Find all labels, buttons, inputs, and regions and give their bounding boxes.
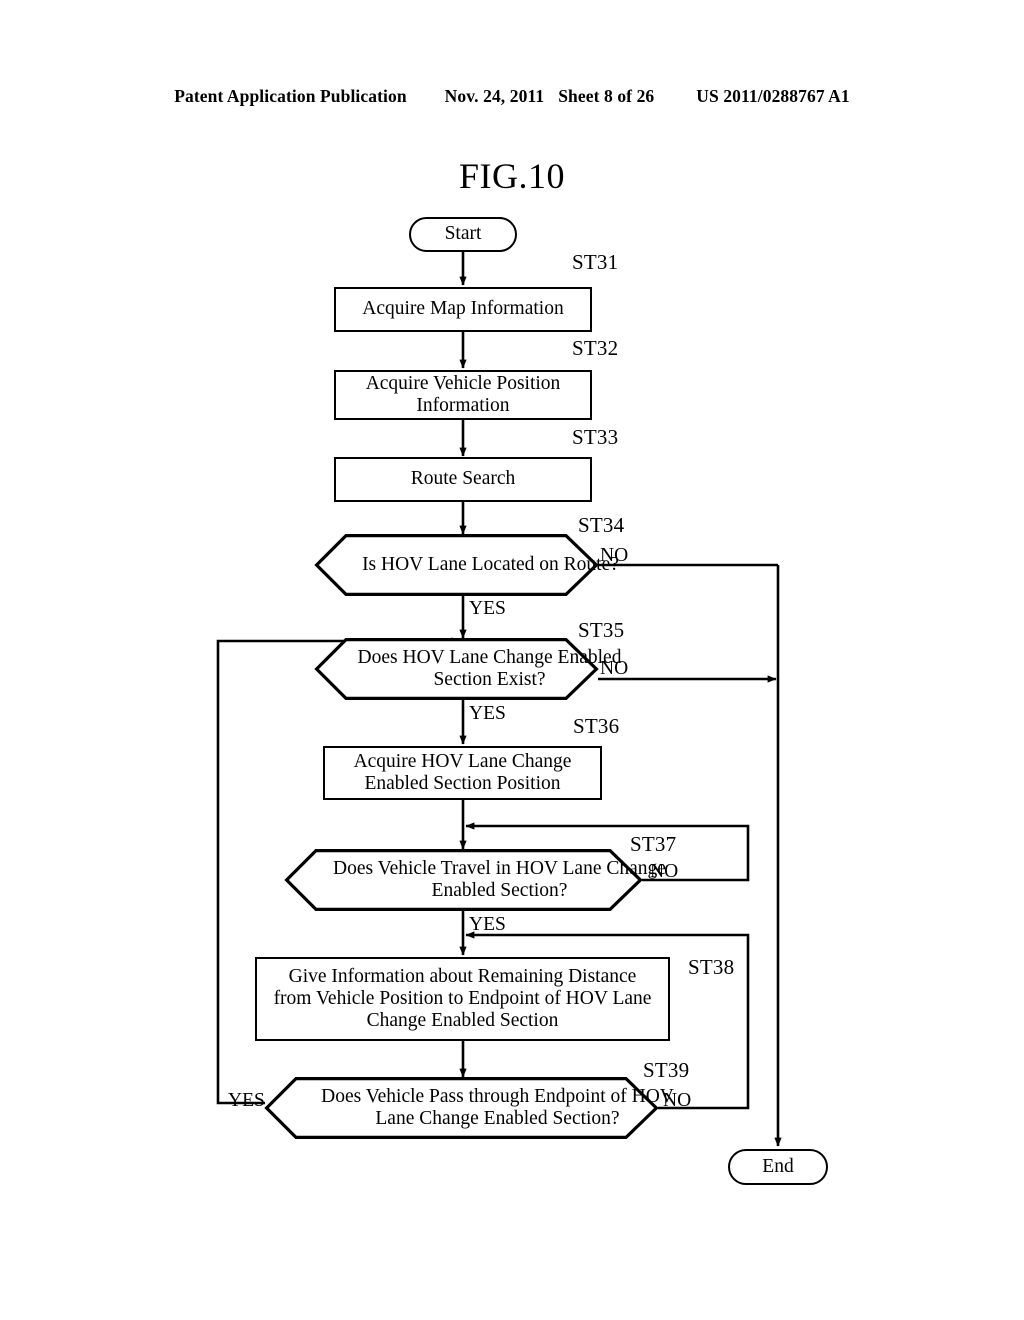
process-st38: Give Information about Remaining Distanc… [255, 957, 670, 1041]
process-st36-label: Acquire HOV Lane Change Enabled Section … [353, 750, 572, 794]
process-st32: Acquire Vehicle Position Information [334, 370, 592, 420]
step-tag-st37: ST37 [630, 832, 677, 856]
step-tag-st33: ST33 [572, 425, 619, 449]
process-st31-label: Acquire Map Information [362, 298, 564, 320]
step-tag-st36: ST36 [573, 714, 620, 738]
patent-drawing-page: Patent Application Publication Nov. 24, … [0, 0, 1024, 1320]
decision-st39-label: Does Vehicle Pass through Endpoint of HO… [321, 1085, 674, 1129]
end-node-label: End [762, 1155, 794, 1177]
step-tag-st31: ST31 [572, 250, 619, 274]
decision-st35: Does HOV Lane Change Enabled Section Exi… [314, 638, 621, 701]
step-tag-st34: ST34 [578, 513, 625, 537]
branch-label-st34-yes: YES [469, 598, 506, 619]
start-node: Start [409, 217, 517, 252]
process-st36: Acquire HOV Lane Change Enabled Section … [323, 746, 602, 800]
branch-label-st39-yes: YES [228, 1090, 265, 1111]
step-tag-st38: ST38 [688, 955, 735, 979]
step-tag-st35: ST35 [578, 618, 625, 642]
process-st38-label: Give Information about Remaining Distanc… [273, 965, 652, 1032]
branch-label-st34-no: NO [600, 545, 629, 566]
decision-st34: Is HOV Lane Located on Route? [314, 534, 619, 597]
start-node-label: Start [444, 223, 482, 245]
end-node: End [728, 1149, 828, 1185]
branch-label-st35-yes: YES [469, 703, 506, 724]
step-tag-st32: ST32 [572, 336, 619, 360]
process-st31: Acquire Map Information [334, 287, 592, 332]
step-tag-st39: ST39 [643, 1058, 690, 1082]
process-st32-label: Acquire Vehicle Position Information [365, 372, 561, 416]
branch-label-st39-no: NO [663, 1090, 692, 1111]
decision-st39: Does Vehicle Pass through Endpoint of HO… [264, 1077, 674, 1140]
branch-label-st37-no: NO [650, 861, 679, 882]
branch-label-st37-yes: YES [469, 914, 506, 935]
process-st33: Route Search [334, 457, 592, 502]
process-st33-label: Route Search [410, 468, 516, 490]
branch-label-st35-no: NO [600, 658, 629, 679]
decision-st37: Does Vehicle Travel in HOV Lane Change E… [284, 849, 666, 912]
